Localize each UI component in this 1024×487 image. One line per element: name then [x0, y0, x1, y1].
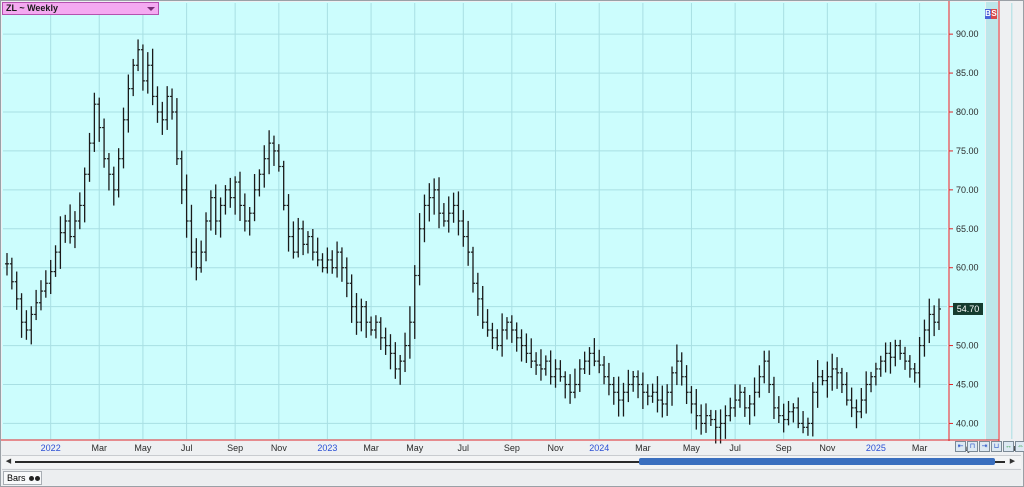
zoom-in-button[interactable]: ↔: [1003, 441, 1014, 452]
y-tick-label: 80.00: [956, 107, 979, 117]
x-month-label: May: [683, 443, 701, 453]
y-tick-label: 40.00: [956, 418, 979, 428]
y-tick-label: 90.00: [956, 29, 979, 39]
bars-tab-label: Bars: [7, 473, 26, 483]
y-tick-label: 65.00: [956, 224, 979, 234]
y-tick-label: 45.00: [956, 380, 979, 390]
scroll-thumb[interactable]: [639, 458, 995, 465]
symbol-selector[interactable]: ZL ~ Weekly: [2, 2, 159, 15]
x-month-label: Jul: [729, 443, 741, 453]
y-tick-label: 50.00: [956, 341, 979, 351]
buy-sell-badge[interactable]: B S: [985, 9, 997, 19]
x-month-label: Nov: [271, 443, 288, 453]
x-month-label: Jul: [458, 443, 470, 453]
plot-area[interactable]: [2, 2, 948, 440]
x-month-label: Nov: [548, 443, 565, 453]
zoom-out-button[interactable]: ⇔: [1015, 441, 1024, 452]
price-chart[interactable]: 40.0045.0050.0055.0060.0065.0070.0075.00…: [1, 1, 1021, 454]
nav-last-button[interactable]: ⊔: [991, 441, 1002, 452]
x-month-label: Nov: [819, 443, 836, 453]
y-tick-label: 70.00: [956, 185, 979, 195]
time-scrollbar[interactable]: ◀ ▶: [2, 455, 1021, 468]
nav-forward-button[interactable]: ⇥: [979, 441, 990, 452]
nav-back-button[interactable]: ⊓: [967, 441, 978, 452]
last-price-label: 54.70: [957, 304, 980, 314]
x-month-label: Mar: [912, 443, 928, 453]
x-month-label: Sep: [227, 443, 243, 453]
y-tick-label: 85.00: [956, 68, 979, 78]
x-month-label: Mar: [635, 443, 651, 453]
x-month-label: Jul: [181, 443, 193, 453]
x-year-label: 2022: [41, 443, 61, 453]
time-nav-buttons: ⇤ ⊓ ⇥ ⊔ ↔ ⇔: [955, 441, 1024, 452]
scroll-right-icon[interactable]: ▶: [1008, 458, 1017, 466]
x-month-label: Sep: [504, 443, 520, 453]
y-tick-label: 60.00: [956, 263, 979, 273]
bottom-tab-bar: Bars: [2, 469, 1021, 485]
x-year-label: 2023: [317, 443, 337, 453]
x-year-label: 2025: [866, 443, 886, 453]
x-month-label: Sep: [776, 443, 792, 453]
last-price-marker: 54.70: [953, 302, 983, 315]
sell-badge[interactable]: S: [991, 9, 997, 19]
chart-type-icon: [28, 472, 40, 484]
y-tick-label: 75.00: [956, 146, 979, 156]
x-month-label: Mar: [91, 443, 107, 453]
bars-tab[interactable]: Bars: [3, 471, 42, 485]
dropdown-caret-icon[interactable]: [147, 7, 155, 11]
time-axis-labels: 2022 Mar May Jul Sep Nov 2023 Mar May Jul Sep Nov 20…: [41, 443, 1018, 453]
right-margin-panel: [986, 2, 998, 440]
scroll-left-icon[interactable]: ◀: [4, 458, 13, 466]
x-month-label: May: [406, 443, 424, 453]
x-year-label: 2024: [589, 443, 609, 453]
nav-first-button[interactable]: ⇤: [955, 441, 966, 452]
x-month-label: Mar: [363, 443, 379, 453]
x-month-label: May: [134, 443, 152, 453]
symbol-title: ZL ~ Weekly: [6, 3, 58, 13]
